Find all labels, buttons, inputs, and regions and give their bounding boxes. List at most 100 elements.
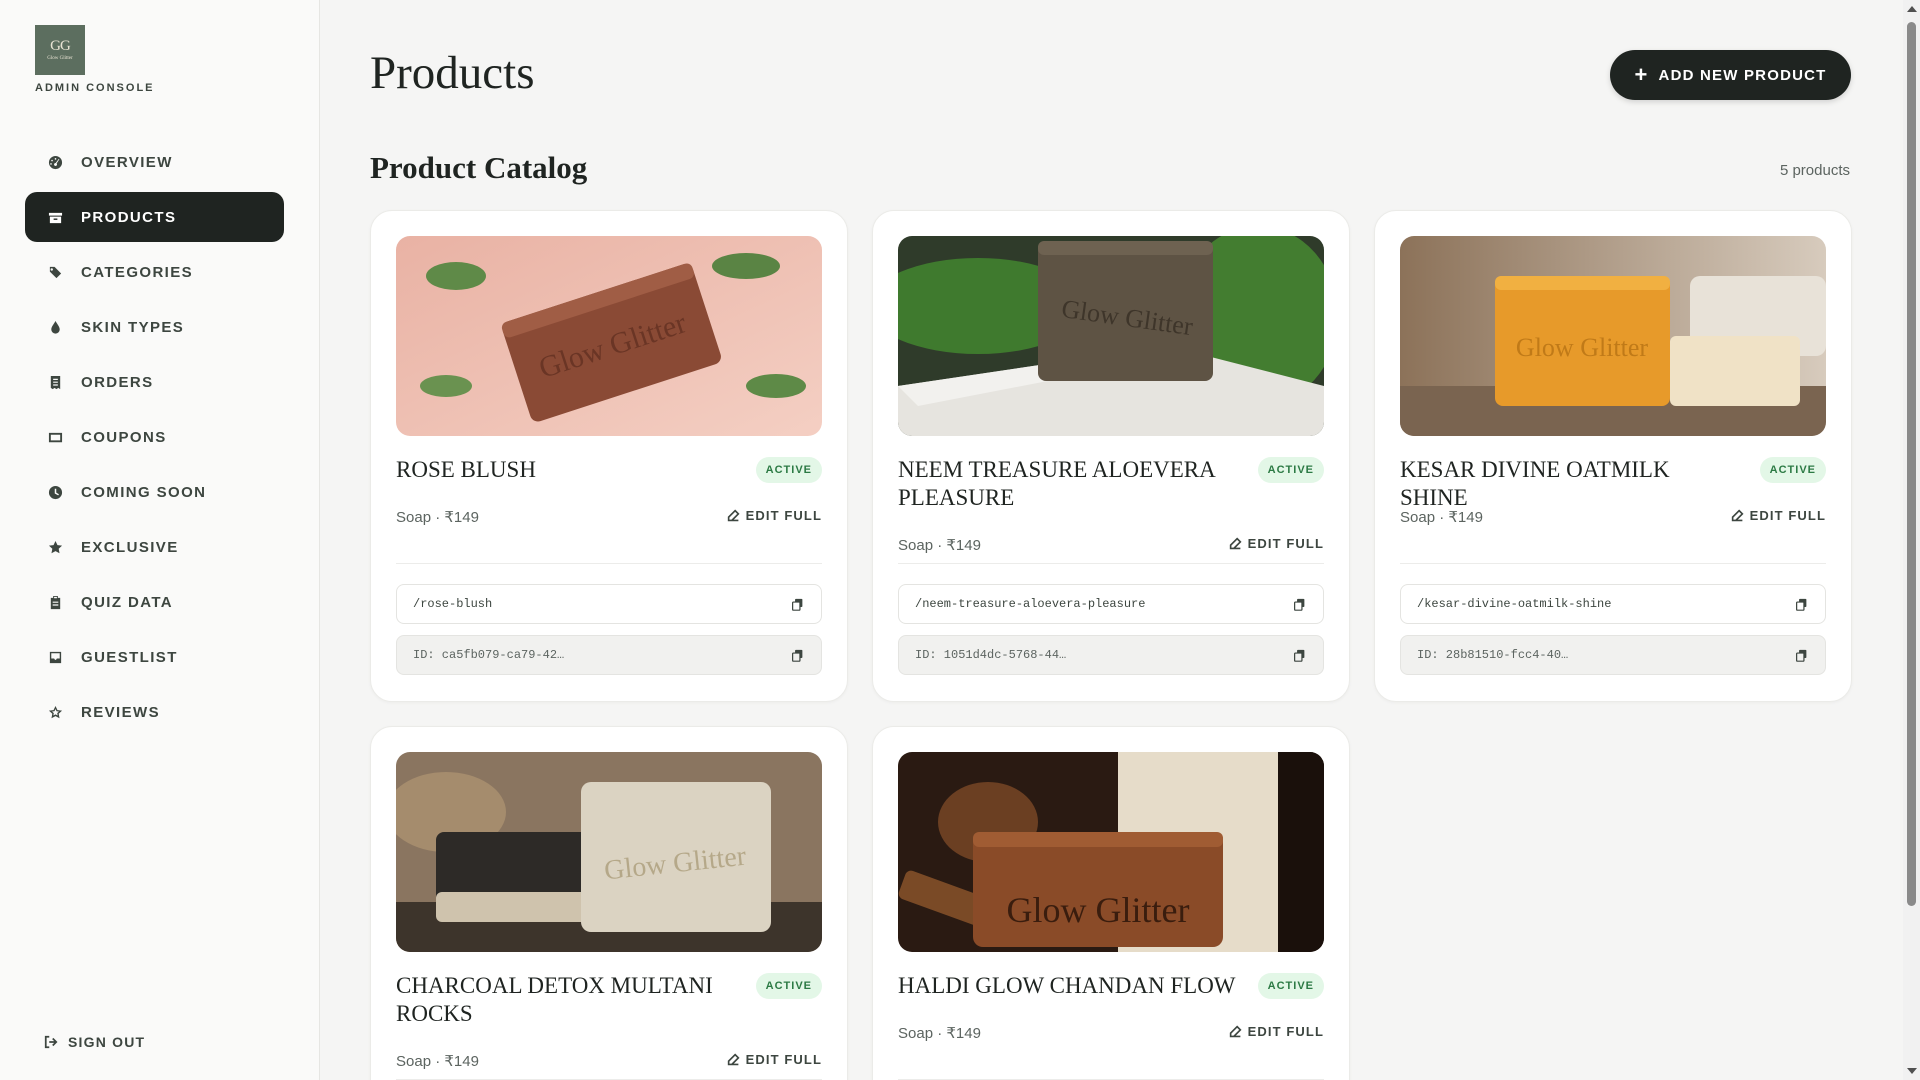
sidebar-item-products[interactable]: PRODUCTS bbox=[25, 192, 284, 242]
copy-icon[interactable] bbox=[789, 596, 805, 612]
id-field[interactable]: ID: 28b81510-fcc4-40… bbox=[1400, 635, 1826, 675]
slug-text: /kesar-divine-oatmilk-shine bbox=[1417, 597, 1612, 611]
page-title: Products bbox=[370, 47, 535, 99]
edit-icon bbox=[727, 1053, 740, 1066]
scrollbar-thumb[interactable] bbox=[1907, 22, 1916, 906]
sidebar-nav: OVERVIEW PRODUCTS CATEGORIES SKIN TYPES … bbox=[25, 137, 284, 742]
sidebar-item-exclusive[interactable]: EXCLUSIVE bbox=[25, 522, 284, 572]
id-field[interactable]: ID: ca5fb079-ca79-42… bbox=[396, 635, 822, 675]
copy-icon[interactable] bbox=[1793, 596, 1809, 612]
product-name: HALDI GLOW CHANDAN FLOW bbox=[898, 973, 1236, 998]
product-name: KESAR DIVINE OATMILK SHINE bbox=[1400, 457, 1670, 510]
inbox-icon bbox=[46, 648, 64, 666]
sidebar-item-label: CATEGORIES bbox=[81, 263, 194, 281]
sidebar-item-categories[interactable]: CATEGORIES bbox=[25, 247, 284, 297]
product-card: Glow Glitter NEEM TREASURE ALOEVERA PLEA… bbox=[872, 210, 1350, 702]
product-image-rose-soap[interactable]: Glow Glitter bbox=[396, 236, 822, 436]
sign-out-label: SIGN OUT bbox=[68, 1034, 146, 1050]
edit-full-button[interactable]: EDIT FULL bbox=[1229, 1024, 1324, 1039]
sign-out-icon bbox=[44, 1035, 58, 1049]
sidebar-item-coming-soon[interactable]: COMING SOON bbox=[25, 467, 284, 517]
plus-icon: + bbox=[1634, 62, 1649, 87]
slug-text: /neem-treasure-aloevera-pleasure bbox=[915, 597, 1146, 611]
clock-icon bbox=[46, 483, 64, 501]
edit-full-button[interactable]: EDIT FULL bbox=[1229, 536, 1324, 551]
copy-icon[interactable] bbox=[1291, 647, 1307, 663]
id-field[interactable]: ID: 1051d4dc-5768-44… bbox=[898, 635, 1324, 675]
status-badge: ACTIVE bbox=[1759, 457, 1826, 483]
product-image-charcoal-soap[interactable]: Glow Glitter bbox=[396, 752, 822, 952]
product-count: 5 products bbox=[1779, 162, 1850, 179]
add-new-product-button[interactable]: + ADD NEW PRODUCT bbox=[1610, 50, 1851, 100]
product-card: Glow Glitter HALDI GLOW CHANDAN FLOW ACT… bbox=[872, 726, 1350, 1080]
sidebar-item-label: REVIEWS bbox=[81, 703, 160, 721]
scroll-up-arrow-icon[interactable] bbox=[1907, 6, 1917, 12]
id-text: ID: ca5fb079-ca79-42… bbox=[413, 648, 565, 662]
sidebar-item-coupons[interactable]: COUPONS bbox=[25, 412, 284, 462]
product-name: CHARCOAL DETOX MULTANI ROCKS bbox=[396, 973, 713, 1026]
product-image-neem-soap[interactable]: Glow Glitter bbox=[898, 236, 1324, 436]
copy-icon[interactable] bbox=[1793, 647, 1809, 663]
tags-icon bbox=[46, 263, 64, 281]
sidebar-item-quiz-data[interactable]: QUIZ DATA bbox=[25, 577, 284, 627]
sidebar: GG Glow Glitter ADMIN CONSOLE OVERVIEW P… bbox=[0, 0, 320, 1080]
divider bbox=[1400, 563, 1826, 564]
sidebar-item-label: EXCLUSIVE bbox=[81, 538, 179, 556]
edit-icon bbox=[1731, 509, 1744, 522]
divider bbox=[898, 563, 1324, 564]
edit-full-label: EDIT FULL bbox=[1247, 536, 1324, 551]
box-icon bbox=[46, 208, 64, 226]
product-meta: Soap · ₹149 bbox=[898, 537, 981, 554]
sidebar-item-orders[interactable]: ORDERS bbox=[25, 357, 284, 407]
sidebar-item-label: COMING SOON bbox=[81, 483, 207, 501]
product-card: Glow Glitter KESAR DIVINE OATMILK SHINE … bbox=[1374, 210, 1852, 702]
status-badge: ACTIVE bbox=[1257, 973, 1324, 999]
product-meta: Soap · ₹149 bbox=[396, 1053, 479, 1070]
edit-full-label: EDIT FULL bbox=[745, 1052, 822, 1067]
sidebar-item-label: SKIN TYPES bbox=[81, 318, 185, 336]
sidebar-item-guestlist[interactable]: GUESTLIST bbox=[25, 632, 284, 682]
product-name: ROSE BLUSH bbox=[396, 457, 536, 482]
clipboard-icon bbox=[46, 593, 64, 611]
product-meta: Soap · ₹149 bbox=[1400, 509, 1483, 526]
edit-icon bbox=[727, 509, 740, 522]
add-new-product-label: ADD NEW PRODUCT bbox=[1658, 66, 1827, 84]
sidebar-item-reviews[interactable]: REVIEWS bbox=[25, 687, 284, 737]
status-badge: ACTIVE bbox=[755, 457, 822, 483]
edit-full-button[interactable]: EDIT FULL bbox=[727, 1052, 822, 1067]
product-meta: Soap · ₹149 bbox=[396, 509, 479, 526]
product-card: Glow Glitter ROSE BLUSH ACTIVE Soap · ₹1… bbox=[370, 210, 848, 702]
slug-field[interactable]: /kesar-divine-oatmilk-shine bbox=[1400, 584, 1826, 624]
status-badge: ACTIVE bbox=[1257, 457, 1324, 483]
star-outline-icon bbox=[46, 703, 64, 721]
sidebar-item-label: COUPONS bbox=[81, 428, 167, 446]
sidebar-item-skin-types[interactable]: SKIN TYPES bbox=[25, 302, 284, 352]
edit-full-label: EDIT FULL bbox=[745, 508, 822, 523]
sidebar-item-label: QUIZ DATA bbox=[81, 593, 174, 611]
slug-text: /rose-blush bbox=[413, 597, 493, 611]
catalog-title: Product Catalog bbox=[370, 150, 588, 185]
scroll-down-arrow-icon[interactable] bbox=[1907, 1068, 1917, 1074]
ticket-icon bbox=[46, 428, 64, 446]
id-text: ID: 1051d4dc-5768-44… bbox=[915, 648, 1067, 662]
slug-field[interactable]: /rose-blush bbox=[396, 584, 822, 624]
sign-out-button[interactable]: SIGN OUT bbox=[44, 1034, 145, 1050]
product-image-kesar-soap[interactable]: Glow Glitter bbox=[1400, 236, 1826, 436]
product-name: NEEM TREASURE ALOEVERA PLEASURE bbox=[898, 457, 1215, 510]
svg-text:Glow Glitter: Glow Glitter bbox=[1007, 890, 1190, 930]
product-meta: Soap · ₹149 bbox=[898, 1025, 981, 1042]
copy-icon[interactable] bbox=[789, 647, 805, 663]
receipt-icon bbox=[46, 373, 64, 391]
sidebar-item-overview[interactable]: OVERVIEW bbox=[25, 137, 284, 187]
id-text: ID: 28b81510-fcc4-40… bbox=[1417, 648, 1569, 662]
product-image-haldi-soap[interactable]: Glow Glitter bbox=[898, 752, 1324, 952]
slug-field[interactable]: /neem-treasure-aloevera-pleasure bbox=[898, 584, 1324, 624]
page-scrollbar[interactable] bbox=[1903, 0, 1920, 1080]
copy-icon[interactable] bbox=[1291, 596, 1307, 612]
product-card: Glow Glitter CHARCOAL DETOX MULTANI ROCK… bbox=[370, 726, 848, 1080]
divider bbox=[396, 563, 822, 564]
edit-icon bbox=[1229, 1025, 1242, 1038]
edit-full-button[interactable]: EDIT FULL bbox=[1731, 508, 1826, 523]
brand-logo[interactable]: GG Glow Glitter bbox=[35, 25, 85, 75]
edit-full-button[interactable]: EDIT FULL bbox=[727, 508, 822, 523]
